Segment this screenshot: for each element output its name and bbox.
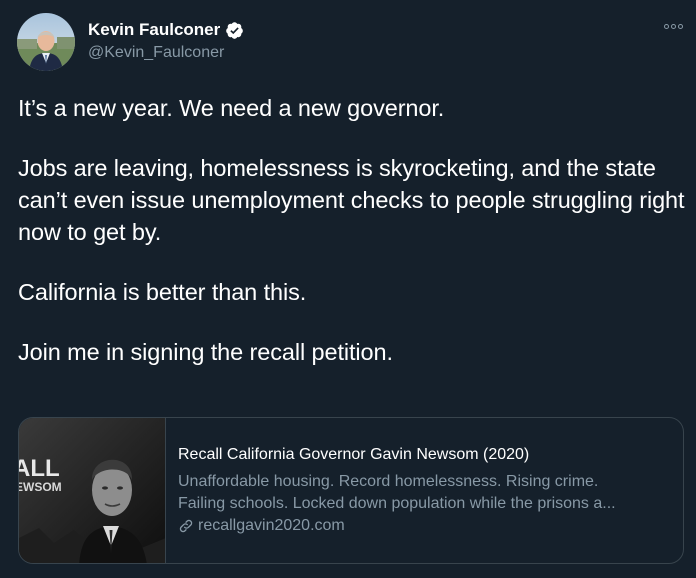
thumbnail-text-2: EWSOM	[19, 480, 62, 494]
thumbnail-image: ALL EWSOM	[19, 418, 165, 563]
author-display-name[interactable]: Kevin Faulconer	[88, 20, 220, 40]
avatar[interactable]	[17, 13, 75, 71]
tweet-paragraph: Join me in signing the recall petition.	[18, 339, 393, 365]
tweet-paragraph: California is better than this.	[18, 279, 307, 305]
link-card-description: Unaffordable housing. Record homelessnes…	[178, 471, 672, 515]
thumbnail-text-1: ALL	[19, 455, 60, 482]
link-card-description-line: Failing schools. Locked down population …	[178, 495, 616, 512]
tweet-text: It’s a new year. We need a new governor.…	[18, 92, 688, 368]
author-name-row[interactable]: Kevin Faulconer	[88, 20, 244, 40]
author-handle[interactable]: @Kevin_Faulconer	[88, 44, 224, 62]
link-card-domain[interactable]: recallgavin2020.com	[178, 517, 345, 535]
tweet-paragraph: Jobs are leaving, homelessness is skyroc…	[18, 155, 685, 245]
more-options-icon[interactable]	[664, 24, 683, 29]
link-icon	[179, 519, 193, 533]
link-card-thumbnail[interactable]: ALL EWSOM	[19, 418, 166, 563]
tweet-paragraph: It’s a new year. We need a new governor.	[18, 95, 445, 121]
avatar-photo	[17, 13, 75, 71]
link-card[interactable]: ALL EWSOM Recall California Governor Gav…	[18, 417, 684, 564]
link-card-description-line: Unaffordable housing. Record homelessnes…	[178, 473, 599, 490]
link-card-domain-text[interactable]: recallgavin2020.com	[198, 517, 345, 535]
link-card-title[interactable]: Recall California Governor Gavin Newsom …	[178, 446, 529, 464]
verified-badge-icon	[226, 21, 244, 39]
